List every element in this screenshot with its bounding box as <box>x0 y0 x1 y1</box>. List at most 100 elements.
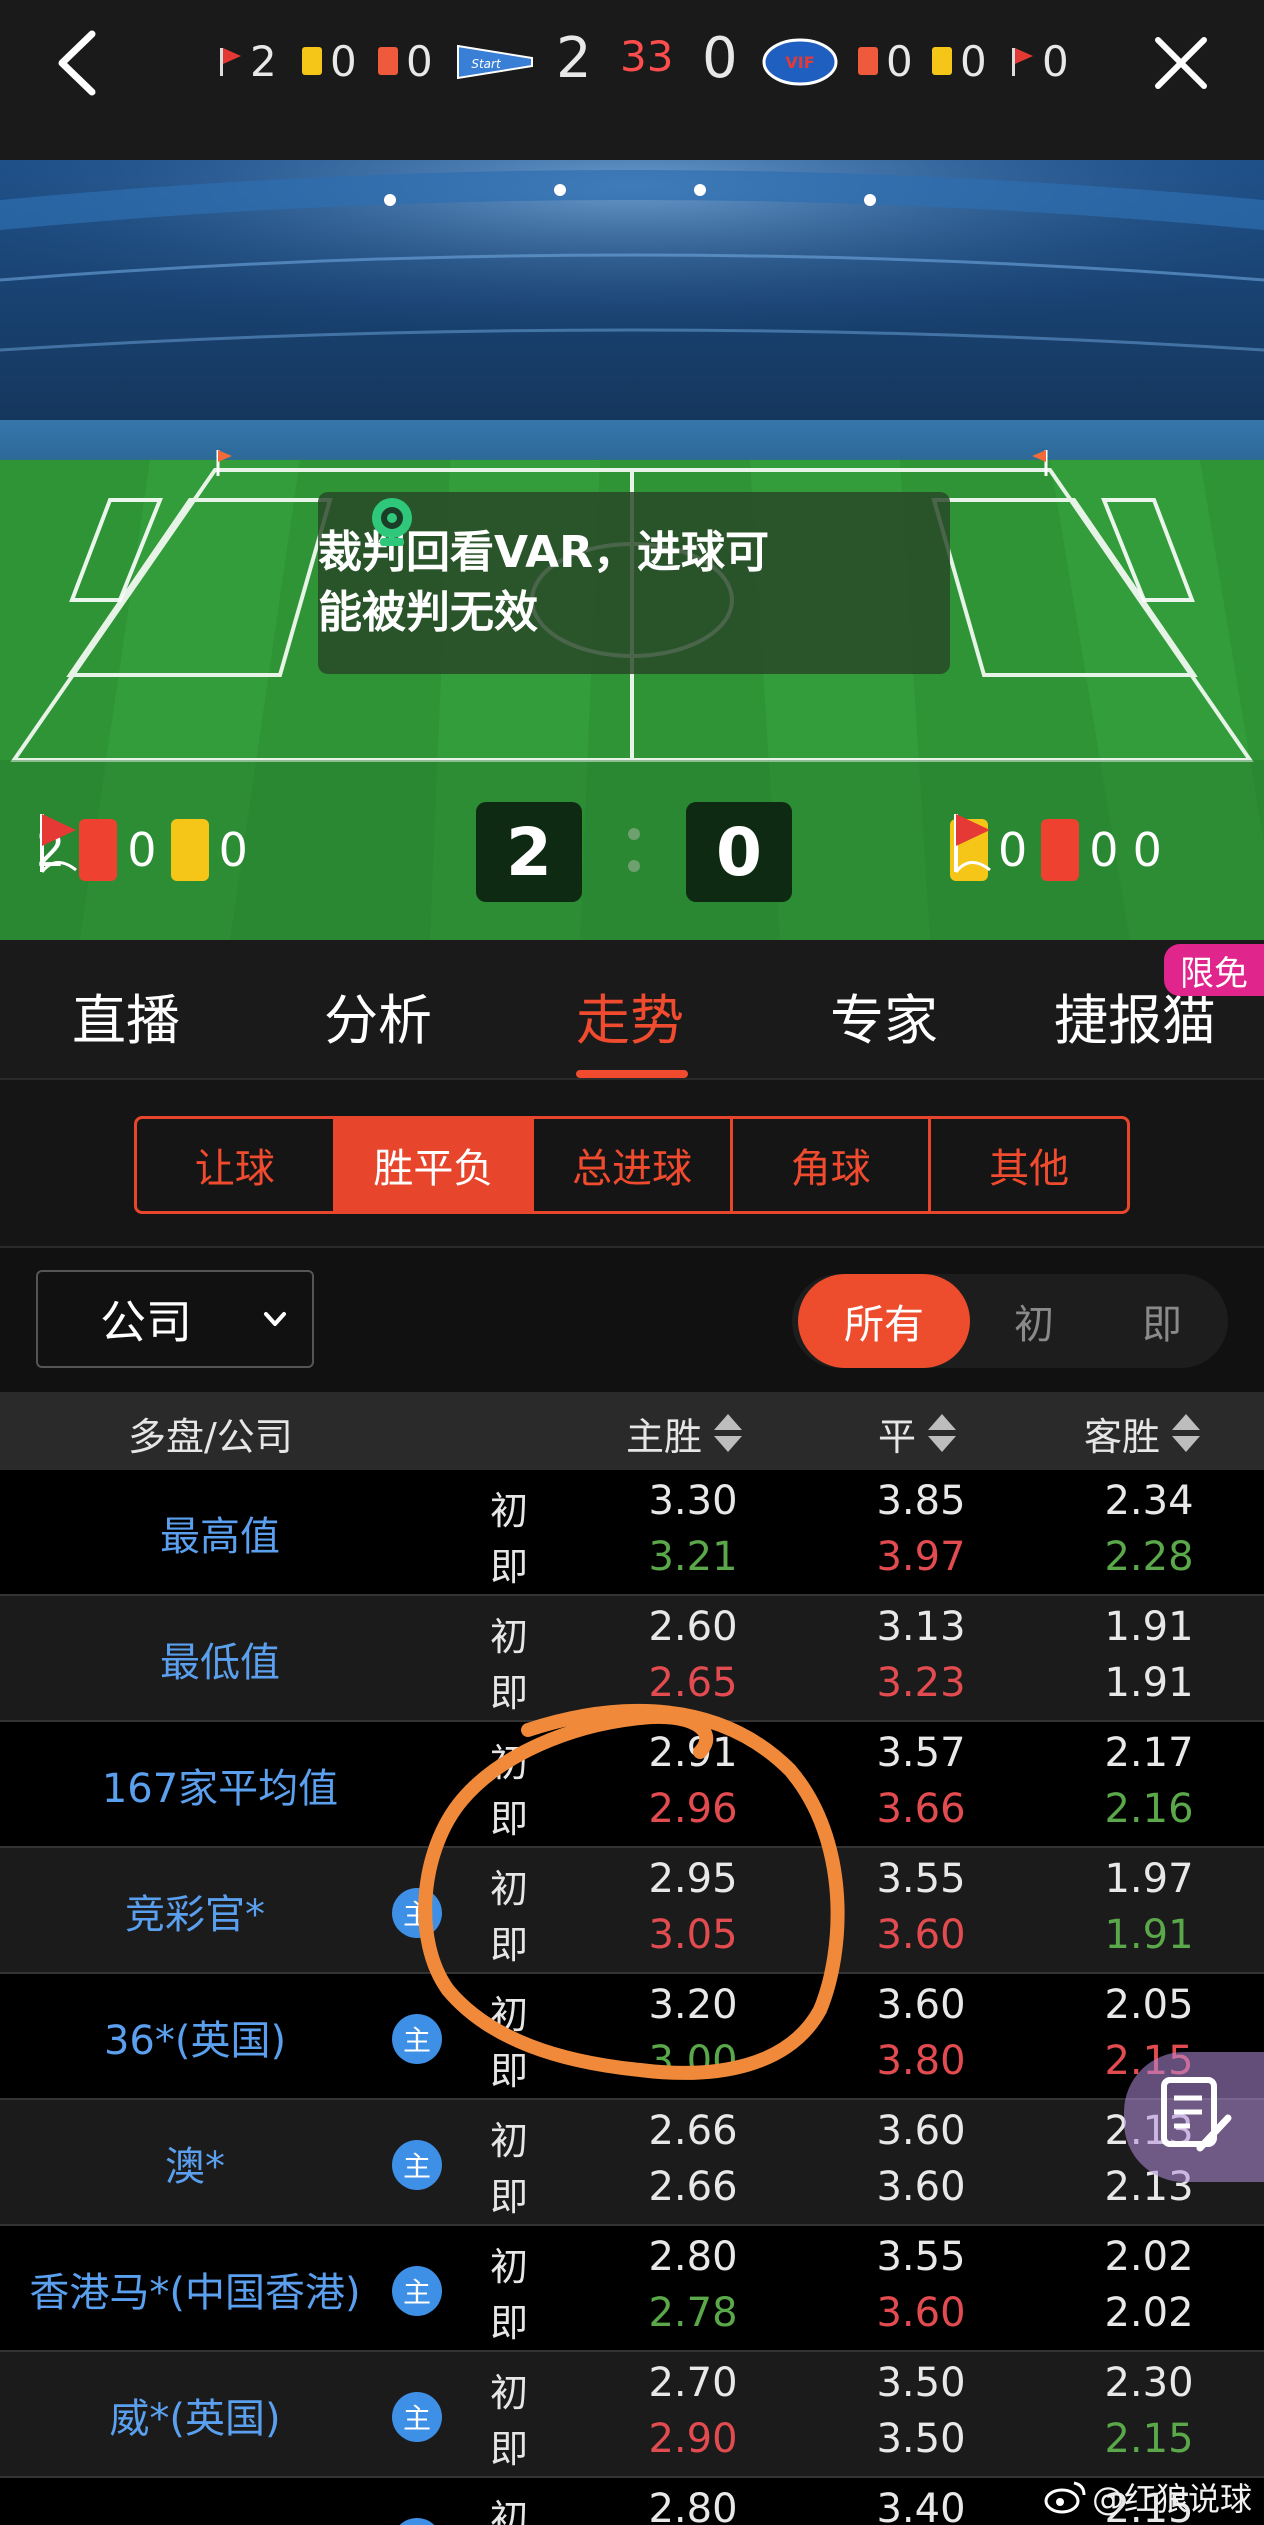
back-arrow-icon[interactable] <box>44 28 114 98</box>
camera-icon <box>372 498 412 546</box>
live-odds-home: 2.90 <box>648 2416 738 2462</box>
live-odds-draw: 3.60 <box>876 1912 966 1958</box>
header-draw[interactable]: 平 <box>878 1406 957 1461</box>
away-score: 0 <box>702 26 738 91</box>
live-odds-away: 1.91 <box>1104 1660 1194 1706</box>
live-odds-label: 即 <box>490 2049 529 2093</box>
initial-odds-draw: 3.85 <box>876 1478 966 1524</box>
initial-odds-draw: 3.50 <box>876 2360 966 2406</box>
away-red-count: 0 <box>858 30 913 92</box>
main-tab-bar: 直播 分析 走势 专家 捷报猫 <box>0 940 1264 1080</box>
home-score: 2 <box>556 26 592 91</box>
initial-odds-away: 2.17 <box>1104 1730 1194 1776</box>
red-card-icon <box>1041 819 1080 881</box>
initial-odds-away: 2.05 <box>1104 1982 1194 2028</box>
main-market-badge: 主 <box>392 1888 442 1938</box>
live-odds-home: 3.00 <box>648 2038 738 2084</box>
mode-all[interactable]: 所有 <box>798 1274 970 1368</box>
table-row[interactable]: 竞彩官* 主 初即 2.95 3.05 3.55 3.60 1.97 1.91 <box>0 1848 1264 1974</box>
var-notice-banner: 裁判回看VAR，进球可能被判无效 <box>318 492 950 674</box>
live-odds-draw: 3.23 <box>876 1660 966 1706</box>
company-name[interactable] <box>10 2512 380 2525</box>
table-row[interactable]: 最低值 初即 2.60 2.65 3.13 3.23 1.91 1.91 <box>0 1596 1264 1722</box>
live-odds-home: 2.78 <box>648 2290 738 2336</box>
edit-note-icon <box>1161 2077 1232 2152</box>
company-name[interactable]: 威*(英国) <box>10 2386 380 2444</box>
tab-experts[interactable]: 专家 <box>830 976 938 1055</box>
company-name[interactable]: 最低值 <box>40 1630 400 1688</box>
home-team-logo: Start <box>457 44 533 80</box>
tab-analysis[interactable]: 分析 <box>324 976 432 1055</box>
tab-live[interactable]: 直播 <box>72 976 180 1055</box>
score-separator <box>626 820 640 880</box>
initial-odds-draw: 3.60 <box>876 1982 966 2028</box>
table-row[interactable]: 167家平均值 初即 2.91 2.96 3.57 3.66 2.17 2.16 <box>0 1722 1264 1848</box>
initial-odds-label: 初 <box>490 2371 529 2415</box>
table-row[interactable]: 澳*主初即2.662.663.603.602.132.13 <box>0 2100 1264 2226</box>
subtab-total-goals[interactable]: 总进球 <box>534 1119 733 1211</box>
svg-text:VIF: VIF <box>785 53 814 72</box>
table-row[interactable]: 最高值 初即 3.30 3.21 3.85 3.97 2.34 2.28 <box>0 1470 1264 1596</box>
main-market-badge: 主 <box>392 2392 442 2442</box>
close-icon[interactable] <box>1146 28 1216 98</box>
initial-odds-draw: 3.55 <box>876 1856 966 1902</box>
live-odds-draw: 3.60 <box>876 2290 966 2336</box>
home-score-box: 2 <box>476 802 582 902</box>
live-odds-label: 即 <box>490 2427 529 2471</box>
mode-initial[interactable]: 初 <box>970 1274 1098 1368</box>
score-header-bar: 2 0 0 Start 2 33 0 VIF 0 0 0 <box>0 0 1264 160</box>
mode-live[interactable]: 即 <box>1098 1274 1226 1368</box>
table-row[interactable]: 威*(英国) 主 初即 2.70 2.90 3.50 3.50 2.30 2.15 <box>0 2352 1264 2478</box>
company-dropdown[interactable]: 公司 <box>36 1270 314 1368</box>
company-name[interactable]: 竞彩官* <box>10 1882 380 1940</box>
filter-row: 公司 所有 初 即 <box>0 1248 1264 1392</box>
weibo-watermark: @红狼说球 <box>1044 2474 1252 2520</box>
initial-odds-away: 1.91 <box>1104 1604 1194 1650</box>
initial-odds-label: 初 <box>490 1867 529 1911</box>
initial-odds-draw: 3.40 <box>876 2486 966 2525</box>
live-odds-home: 3.05 <box>648 1912 738 1958</box>
table-row[interactable]: 香港马*(中国香港) 主 初即 2.80 2.78 3.55 3.60 2.02 2.02 <box>0 2226 1264 2352</box>
initial-odds-draw: 3.57 <box>876 1730 966 1776</box>
initial-odds-away: 2.30 <box>1104 2360 1194 2406</box>
home-corners-count: 2 <box>218 30 277 92</box>
live-odds-label: 即 <box>490 1671 529 1715</box>
live-odds-away: 2.02 <box>1104 2290 1194 2336</box>
live-odds-label: 即 <box>490 1797 529 1841</box>
header-home-win[interactable]: 主胜 <box>626 1406 743 1461</box>
live-odds-away: 2.15 <box>1104 2416 1194 2462</box>
subtab-other[interactable]: 其他 <box>931 1119 1127 1211</box>
free-badge: 限免 <box>1164 944 1264 996</box>
match-minute: 33 <box>620 32 674 81</box>
yellow-card-icon <box>302 47 322 75</box>
company-name[interactable]: 澳* <box>10 2134 380 2192</box>
live-odds-label: 即 <box>490 1923 529 1967</box>
active-tab-indicator <box>576 1070 688 1078</box>
table-row[interactable]: 36*(英国) 主初即 3.20 3.00 3.60 3.80 2.05 2.15 <box>0 1974 1264 2100</box>
subtab-1x2[interactable]: 胜平负 <box>335 1119 535 1211</box>
live-odds-away: 1.91 <box>1104 1912 1194 1958</box>
company-name[interactable]: 167家平均值 <box>40 1756 400 1814</box>
red-card-icon <box>79 819 118 881</box>
corner-flag-icon <box>40 814 77 873</box>
company-name[interactable]: 36*(英国) <box>10 2008 380 2066</box>
header-away-win[interactable]: 客胜 <box>1084 1406 1201 1461</box>
weibo-icon <box>1044 2481 1086 2514</box>
corner-flag-icon <box>954 814 991 873</box>
live-odds-label: 即 <box>490 1545 529 1589</box>
sort-icon <box>712 1412 743 1456</box>
floating-note-button[interactable] <box>1124 2052 1264 2182</box>
away-yellow-count: 0 <box>932 30 987 92</box>
subtab-corners[interactable]: 角球 <box>733 1119 932 1211</box>
main-market-badge: 主 <box>392 2518 442 2525</box>
subtab-handicap[interactable]: 让球 <box>137 1119 336 1211</box>
initial-odds-label: 初 <box>490 2245 529 2289</box>
tab-trend[interactable]: 走势 <box>576 976 684 1055</box>
svg-text:Start: Start <box>471 57 502 71</box>
initial-odds-home: 2.95 <box>648 1856 738 1902</box>
company-name[interactable]: 香港马*(中国香港) <box>10 2260 380 2318</box>
company-name[interactable]: 最高值 <box>40 1504 400 1562</box>
live-odds-label: 即 <box>490 2175 529 2219</box>
sort-icon <box>926 1412 957 1456</box>
initial-odds-draw: 3.13 <box>876 1604 966 1650</box>
